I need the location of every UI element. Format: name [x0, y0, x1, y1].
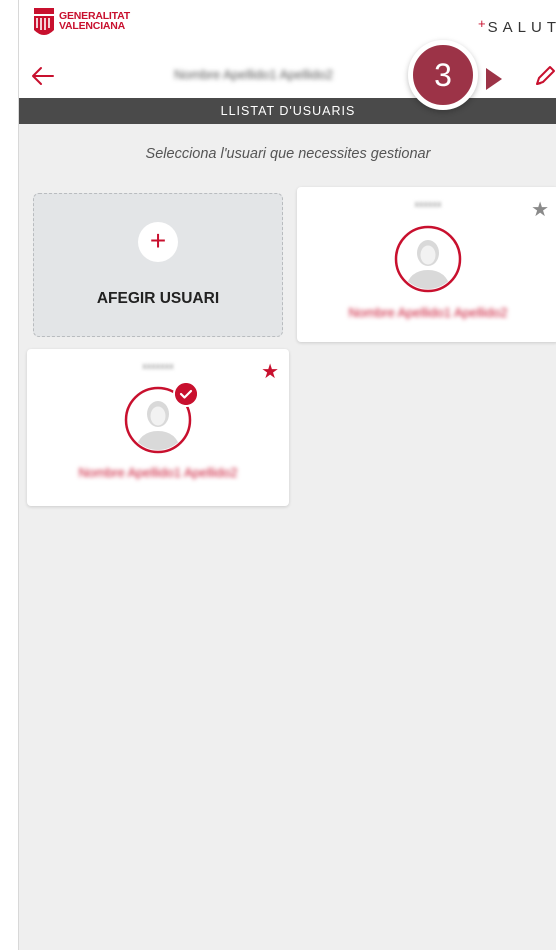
generalitat-logo-icon	[34, 8, 54, 35]
user-card-tag: xxxxxxx	[142, 361, 174, 371]
user-avatar-icon	[394, 225, 462, 293]
current-user-name: Nombre Apellido1 Apellido2	[174, 67, 333, 82]
salut-logo: +SALUT	[478, 16, 556, 36]
user-card-name: Nombre Apellido1 Apellido2	[78, 465, 238, 480]
brand-bar: GENERALITAT VALENCIANA +SALUT	[19, 0, 556, 52]
instruction-text: Selecciona l'usuari que necessites gesti…	[145, 146, 431, 162]
arrow-left-icon[interactable]	[29, 62, 57, 90]
app-screen: GENERALITAT VALENCIANA +SALUT Nombre Ape…	[18, 0, 556, 950]
star-icon[interactable]: ★	[261, 359, 279, 384]
page-title: LLISTAT D'USUARIS	[19, 98, 556, 124]
user-card[interactable]: xxxxxxx ★ Nombre Apellido1 Apellido2	[27, 349, 289, 506]
pencil-icon[interactable]	[533, 64, 556, 88]
step-number-badge: 3	[408, 40, 478, 110]
add-user-label: AFEGIR USUARI	[96, 290, 220, 307]
step-pointer-arrow-icon	[486, 68, 502, 90]
check-icon	[173, 381, 199, 407]
star-icon[interactable]: ★	[531, 197, 549, 222]
user-card-tag: xxxxxx	[414, 199, 442, 209]
generalitat-wordmark: GENERALITAT VALENCIANA	[59, 10, 130, 32]
user-card[interactable]: xxxxxx ★ Nombre Apellido1 Apellido2	[297, 187, 556, 342]
add-user-button[interactable]: + AFEGIR USUARI	[33, 193, 283, 337]
plus-icon: +	[138, 222, 178, 262]
user-card-name: Nombre Apellido1 Apellido2	[348, 305, 508, 320]
